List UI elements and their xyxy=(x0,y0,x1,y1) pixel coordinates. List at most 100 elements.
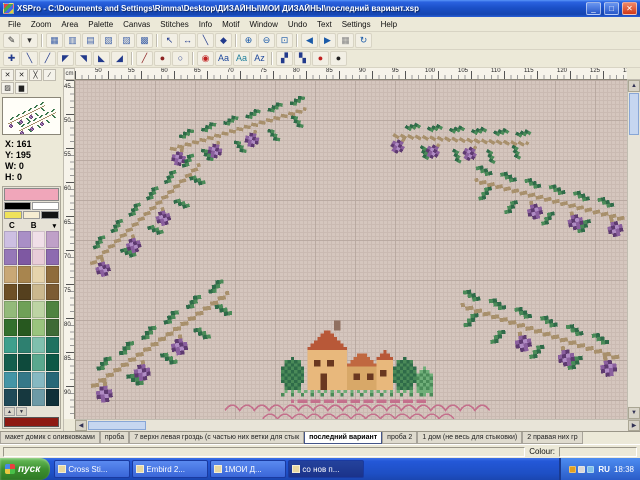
zoom-out-tool[interactable]: ⊖ xyxy=(258,33,275,48)
menu-item-area[interactable]: Area xyxy=(56,19,83,30)
palette-swatch[interactable] xyxy=(46,266,59,283)
taskbar-task-0[interactable]: Cross Sti... xyxy=(54,460,130,478)
palette-swatch[interactable] xyxy=(32,389,45,406)
tray-volume-icon[interactable] xyxy=(578,466,585,473)
pencil-dropdown[interactable]: ▾ xyxy=(21,33,38,48)
sheet-tab-3[interactable]: последний вариант xyxy=(304,432,382,444)
grid-toggle-button[interactable]: ▦ xyxy=(337,33,354,48)
palette-swatch[interactable] xyxy=(46,389,59,406)
sheet-tab-4[interactable]: проба 2 xyxy=(382,432,417,444)
french-knot-tool[interactable]: ● xyxy=(154,51,171,66)
palette-swatch[interactable] xyxy=(18,372,31,389)
menu-item-canvas[interactable]: Canvas xyxy=(118,19,155,30)
menu-item-zoom[interactable]: Zoom xyxy=(26,19,56,30)
stamp-tool-2[interactable]: ▥ xyxy=(64,33,81,48)
palette-swatch[interactable] xyxy=(46,301,59,318)
mini-stitch-shade[interactable]: ▨ xyxy=(1,82,14,94)
palette-quick-swatch[interactable] xyxy=(4,211,22,219)
vertical-scrollbar[interactable]: ▲ ▼ xyxy=(627,80,640,419)
palette-swatch[interactable] xyxy=(4,249,17,266)
palette-swatch[interactable] xyxy=(46,354,59,371)
palette-swatch[interactable] xyxy=(4,337,17,354)
horizontal-scrollbar[interactable]: ◀ ▶ xyxy=(75,419,640,431)
prev-view-button[interactable]: ◀ xyxy=(301,33,318,48)
palette-scroll-down-icon[interactable]: ▼ xyxy=(16,407,27,416)
palette-quick-swatch[interactable] xyxy=(41,211,59,219)
stamp-tool-3[interactable]: ▤ xyxy=(82,33,99,48)
knot-black-tool[interactable]: ● xyxy=(330,51,347,66)
palette-swatch[interactable] xyxy=(46,319,59,336)
palette-swatch[interactable] xyxy=(32,354,45,371)
menu-item-motif[interactable]: Motif xyxy=(217,19,244,30)
palette-swatch[interactable] xyxy=(32,266,45,283)
scroll-right-icon[interactable]: ▶ xyxy=(628,420,640,431)
palette-quick-swatch[interactable] xyxy=(23,211,41,219)
taskbar-task-3[interactable]: со нов п... xyxy=(288,460,364,478)
menu-item-settings[interactable]: Settings xyxy=(337,19,376,30)
backstitch-tool[interactable]: ╱ xyxy=(136,51,153,66)
palette-quick-swatch[interactable] xyxy=(4,202,31,210)
knot-red-tool[interactable]: ● xyxy=(312,51,329,66)
horizontal-scroll-track[interactable] xyxy=(147,420,628,431)
palette-swatch[interactable] xyxy=(18,249,31,266)
scroll-left-icon[interactable]: ◀ xyxy=(75,420,87,431)
mini-stitch-cross-2[interactable]: ✕ xyxy=(15,69,28,81)
bead-tool[interactable]: ○ xyxy=(172,51,189,66)
menu-item-stitches[interactable]: Stitches xyxy=(155,19,193,30)
tray-network-icon[interactable] xyxy=(587,466,594,473)
move-tool[interactable]: ↔ xyxy=(179,33,196,48)
stamp-tool-5[interactable]: ▨ xyxy=(118,33,135,48)
mini-stitch-slash[interactable]: ∕ xyxy=(43,69,56,81)
vertical-scroll-track[interactable] xyxy=(628,136,640,407)
pencil-tool[interactable]: ✎ xyxy=(3,33,20,48)
fill-tool[interactable]: ◆ xyxy=(215,33,232,48)
palette-swatch[interactable] xyxy=(4,284,17,301)
mini-stitch-cross-1[interactable]: ✕ xyxy=(1,69,14,81)
minimize-button[interactable]: _ xyxy=(586,2,601,15)
palette-swatch[interactable] xyxy=(18,301,31,318)
stamp-tool-6[interactable]: ▩ xyxy=(136,33,153,48)
maximize-button[interactable]: □ xyxy=(604,2,619,15)
palette-swatch[interactable] xyxy=(46,337,59,354)
three-quarter-stitch-tool-2[interactable]: ◢ xyxy=(111,51,128,66)
palette-swatch[interactable] xyxy=(18,231,31,248)
start-button[interactable]: пуск xyxy=(0,458,50,480)
menu-item-palette[interactable]: Palette xyxy=(83,19,118,30)
language-indicator[interactable]: RU xyxy=(598,465,610,474)
sheet-tab-6[interactable]: 2 правая них гр xyxy=(522,432,582,444)
palette-swatch[interactable] xyxy=(4,354,17,371)
palette-swatch[interactable] xyxy=(32,372,45,389)
palette-swatch[interactable] xyxy=(32,231,45,248)
menu-item-window[interactable]: Window xyxy=(244,19,282,30)
title-bar[interactable]: XSPro - C:\Documents and Settings\Rimma\… xyxy=(0,0,640,17)
palette-swatch[interactable] xyxy=(4,372,17,389)
sheet-tab-1[interactable]: проба xyxy=(100,432,129,444)
palette-swatch[interactable] xyxy=(18,266,31,283)
taskbar-task-2[interactable]: 1МОИ Д... xyxy=(210,460,286,478)
palette-swatch[interactable] xyxy=(46,249,59,266)
select-arrow-tool[interactable]: ↖ xyxy=(161,33,178,48)
palette-swatch[interactable] xyxy=(18,319,31,336)
palette-swatch[interactable] xyxy=(32,301,45,318)
taskbar-task-1[interactable]: Embird 2... xyxy=(132,460,208,478)
zoom-area-tool[interactable]: ⊡ xyxy=(276,33,293,48)
half-stitch-back-tool[interactable]: ╲ xyxy=(21,51,38,66)
sheet-tab-5[interactable]: 1 дом (не весь для стыковки) xyxy=(417,432,522,444)
vertical-scroll-thumb[interactable] xyxy=(629,93,639,135)
palette-swatch[interactable] xyxy=(32,319,45,336)
sheet-tab-2[interactable]: 7 верхн левая гроздь (с частью них ветки… xyxy=(129,432,304,444)
zoom-in-tool[interactable]: ⊕ xyxy=(240,33,257,48)
text-alphabet-button[interactable]: Az xyxy=(251,51,268,66)
quarter-stitch-tool-2[interactable]: ◥ xyxy=(75,51,92,66)
palette-swatch[interactable] xyxy=(18,284,31,301)
scroll-down-icon[interactable]: ▼ xyxy=(628,407,640,419)
palette-swatch[interactable] xyxy=(32,337,45,354)
quarter-stitch-tool-1[interactable]: ◤ xyxy=(57,51,74,66)
stamp-tool-1[interactable]: ▦ xyxy=(46,33,63,48)
menu-item-help[interactable]: Help xyxy=(376,19,402,30)
line-tool[interactable]: ╲ xyxy=(197,33,214,48)
palette-swatch[interactable] xyxy=(18,389,31,406)
menu-item-file[interactable]: File xyxy=(3,19,26,30)
palette-quick-swatch[interactable] xyxy=(32,202,59,210)
sheet-tab-0[interactable]: макет домик с оливковками xyxy=(0,432,100,444)
